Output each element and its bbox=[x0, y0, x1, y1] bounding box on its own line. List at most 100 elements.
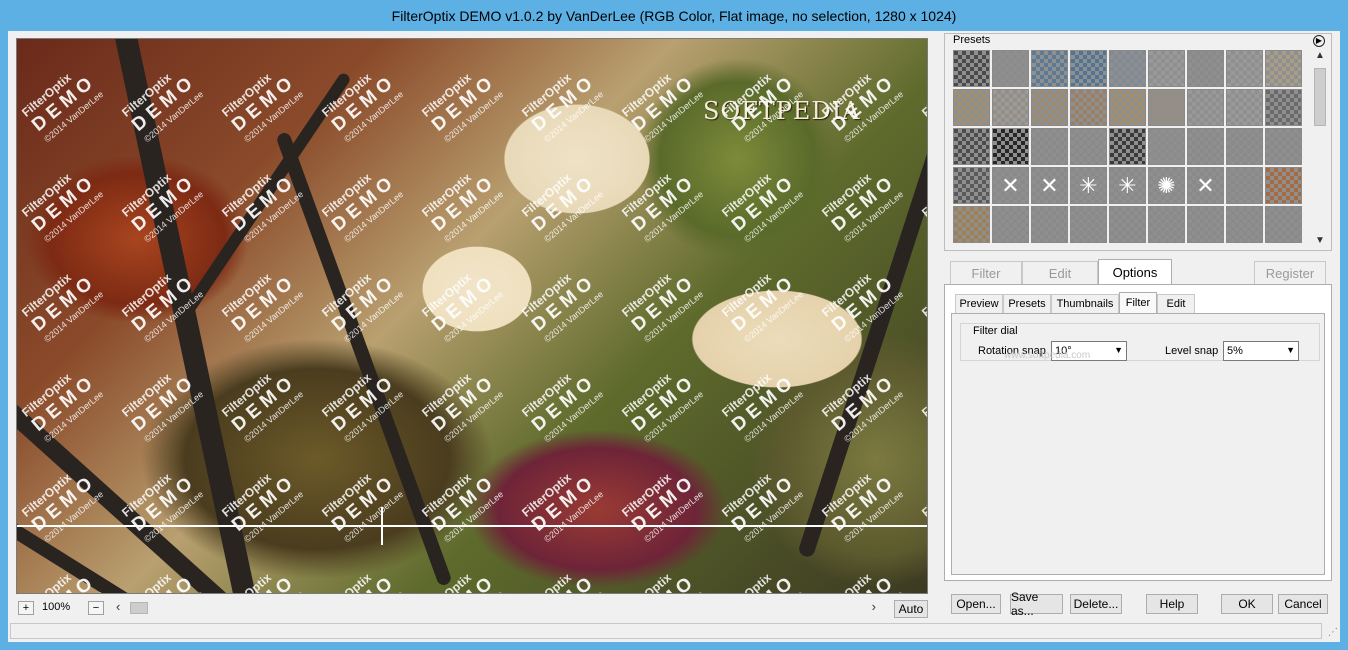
demo-watermark: FilterOptixDEMO©2014 VanDerLee bbox=[319, 170, 406, 245]
ok-button[interactable]: OK bbox=[1221, 594, 1273, 614]
preset-thumbnail[interactable] bbox=[1148, 50, 1185, 87]
subtab-filter[interactable]: Filter bbox=[1119, 292, 1157, 313]
preset-thumbnail[interactable] bbox=[1109, 89, 1146, 126]
preset-thumbnail[interactable] bbox=[1148, 89, 1185, 126]
subtab-preview[interactable]: Preview bbox=[955, 294, 1003, 313]
preset-thumbnail[interactable] bbox=[1070, 50, 1107, 87]
level-snap-label: Level snap bbox=[1165, 345, 1219, 357]
tab-options[interactable]: Options bbox=[1098, 259, 1172, 285]
preset-thumbnail[interactable] bbox=[1109, 128, 1146, 165]
preset-thumbnail[interactable] bbox=[953, 128, 990, 165]
chevron-down-icon: ▼ bbox=[1286, 345, 1295, 355]
preset-thumbnail[interactable]: ✕ bbox=[992, 167, 1029, 204]
scrollbar-thumb[interactable] bbox=[1314, 68, 1326, 126]
demo-watermark: FilterOptixDEMO©2014 VanDerLee bbox=[519, 170, 606, 245]
preset-thumbnail[interactable] bbox=[1187, 128, 1224, 165]
preset-thumbnail[interactable] bbox=[1070, 206, 1107, 243]
demo-watermark: FilterOptixDEMO©2014 VanDerLee bbox=[919, 470, 928, 520]
preset-thumbnail[interactable] bbox=[1187, 89, 1224, 126]
demo-watermark: FilterOptixDEMO©2014 VanDerLee bbox=[919, 370, 928, 420]
subtab-presets[interactable]: Presets bbox=[1003, 294, 1051, 313]
main-tabs: Filter Edit Options Register bbox=[944, 259, 1332, 285]
level-snap-select[interactable]: 5% ▼ bbox=[1223, 341, 1299, 361]
preset-thumbnail[interactable] bbox=[992, 206, 1029, 243]
demo-watermark: FilterOptixDEMO©2014 VanDerLee bbox=[419, 70, 506, 145]
scroll-up-icon[interactable]: ▲ bbox=[1315, 50, 1325, 61]
scroll-left-icon[interactable]: ‹ bbox=[116, 599, 120, 614]
demo-watermark: FilterOptixDEMO©2014 VanDerLee bbox=[419, 170, 506, 245]
preset-thumbnail[interactable] bbox=[992, 50, 1029, 87]
delete-button[interactable]: Delete... bbox=[1070, 594, 1122, 614]
preset-thumbnail[interactable] bbox=[1265, 89, 1302, 126]
preset-thumbnail[interactable] bbox=[1070, 89, 1107, 126]
help-button[interactable]: Help bbox=[1146, 594, 1198, 614]
preset-thumbnail[interactable] bbox=[1109, 206, 1146, 243]
demo-watermark: FilterOptixDEMO©2014 VanDerLee bbox=[819, 170, 906, 245]
options-panel: Preview Presets Thumbnails Filter Edit F… bbox=[944, 284, 1332, 581]
preset-thumbnail[interactable] bbox=[1031, 89, 1068, 126]
presets-menu-arrow-icon[interactable]: ▶ bbox=[1313, 35, 1325, 47]
preset-thumbnail[interactable] bbox=[1265, 50, 1302, 87]
preset-thumbnail[interactable] bbox=[1148, 206, 1185, 243]
preset-thumbnail[interactable] bbox=[953, 167, 990, 204]
preset-thumbnail[interactable] bbox=[1265, 167, 1302, 204]
preset-thumbnail[interactable] bbox=[1031, 50, 1068, 87]
preset-thumbnail[interactable] bbox=[953, 206, 990, 243]
zoom-in-button[interactable]: + bbox=[18, 601, 34, 615]
presets-label: Presets bbox=[953, 34, 991, 46]
demo-watermark: FilterOptixDEMO©2014 VanDerLee bbox=[819, 560, 908, 593]
preset-thumbnail[interactable] bbox=[1031, 206, 1068, 243]
preset-thumbnail[interactable] bbox=[1226, 167, 1263, 204]
tab-register[interactable]: Register bbox=[1254, 261, 1326, 285]
preset-thumbnail[interactable]: ✺ bbox=[1148, 167, 1185, 204]
demo-watermark: FilterOptixDEMO©2014 VanDerLee bbox=[19, 270, 106, 345]
demo-watermark: FilterOptixDEMO©2014 VanDerLee bbox=[619, 370, 706, 445]
scroll-right-icon[interactable]: › bbox=[872, 599, 876, 614]
cancel-button[interactable]: Cancel bbox=[1278, 594, 1328, 614]
demo-watermark: FilterOptixDEMO©2014 VanDerLee bbox=[919, 270, 928, 320]
preset-thumbnail[interactable] bbox=[992, 128, 1029, 165]
preset-thumbnail[interactable] bbox=[953, 89, 990, 126]
tab-filter[interactable]: Filter bbox=[950, 261, 1022, 285]
preset-thumbnail[interactable]: ✕ bbox=[1187, 167, 1224, 204]
options-sub-tabs: Preview Presets Thumbnails Filter Edit bbox=[951, 292, 1321, 313]
preset-thumbnail[interactable]: ✳ bbox=[1070, 167, 1107, 204]
zoom-out-button[interactable]: − bbox=[88, 601, 104, 615]
demo-watermark: FilterOptixDEMO©2014 VanDerLee bbox=[319, 470, 406, 545]
tab-edit[interactable]: Edit bbox=[1022, 261, 1098, 285]
open-button[interactable]: Open... bbox=[951, 594, 1001, 614]
preset-thumbnail[interactable] bbox=[1070, 128, 1107, 165]
chevron-down-icon: ▼ bbox=[1114, 345, 1123, 355]
preset-thumbnail[interactable] bbox=[1187, 206, 1224, 243]
preset-thumbnail[interactable] bbox=[1187, 50, 1224, 87]
demo-watermark: FilterOptixDEMO©2014 VanDerLee bbox=[619, 560, 708, 593]
main-window: SOFTPEDIA FilterOptix DEMO ©2014 VanDerLee… bbox=[8, 31, 1340, 642]
preset-thumbnail[interactable] bbox=[1226, 206, 1263, 243]
preset-thumbnail[interactable] bbox=[1265, 206, 1302, 243]
subtab-edit[interactable]: Edit bbox=[1157, 294, 1195, 313]
resize-grip-icon[interactable]: ⋰ bbox=[1328, 627, 1338, 638]
scrollbar-thumb[interactable] bbox=[130, 602, 148, 614]
preset-thumbnail[interactable] bbox=[992, 89, 1029, 126]
horizontal-scrollbar[interactable]: ‹ › bbox=[116, 599, 876, 615]
demo-watermark: FilterOptixDEMO©2014 VanDerLee bbox=[619, 270, 706, 345]
preset-thumbnail[interactable] bbox=[1226, 89, 1263, 126]
preset-thumbnail[interactable] bbox=[1109, 50, 1146, 87]
preset-thumbnail[interactable]: ✳ bbox=[1109, 167, 1146, 204]
auto-button[interactable]: Auto bbox=[894, 600, 928, 618]
preset-thumbnail[interactable] bbox=[1148, 128, 1185, 165]
preset-thumbnail[interactable] bbox=[1265, 128, 1302, 165]
preset-thumbnail[interactable] bbox=[1226, 50, 1263, 87]
demo-watermark: FilterOptixDEMO©2014 VanDerLee bbox=[319, 560, 408, 593]
preset-thumbnail[interactable] bbox=[1031, 128, 1068, 165]
presets-vertical-scrollbar[interactable]: ▲ ▼ bbox=[1313, 50, 1327, 246]
preset-thumbnail[interactable] bbox=[1226, 128, 1263, 165]
branch-shape bbox=[174, 71, 352, 327]
scroll-down-icon[interactable]: ▼ bbox=[1315, 235, 1325, 246]
demo-watermark: FilterOptixDEMO©2014 VanDerLee bbox=[719, 560, 808, 593]
image-preview[interactable]: SOFTPEDIA FilterOptix DEMO ©2014 VanDerLee… bbox=[16, 38, 928, 594]
preset-thumbnail[interactable]: ✕ bbox=[1031, 167, 1068, 204]
save-as-button[interactable]: Save as... bbox=[1010, 590, 1063, 618]
subtab-thumbnails[interactable]: Thumbnails bbox=[1051, 294, 1119, 313]
preset-thumbnail[interactable] bbox=[953, 50, 990, 87]
